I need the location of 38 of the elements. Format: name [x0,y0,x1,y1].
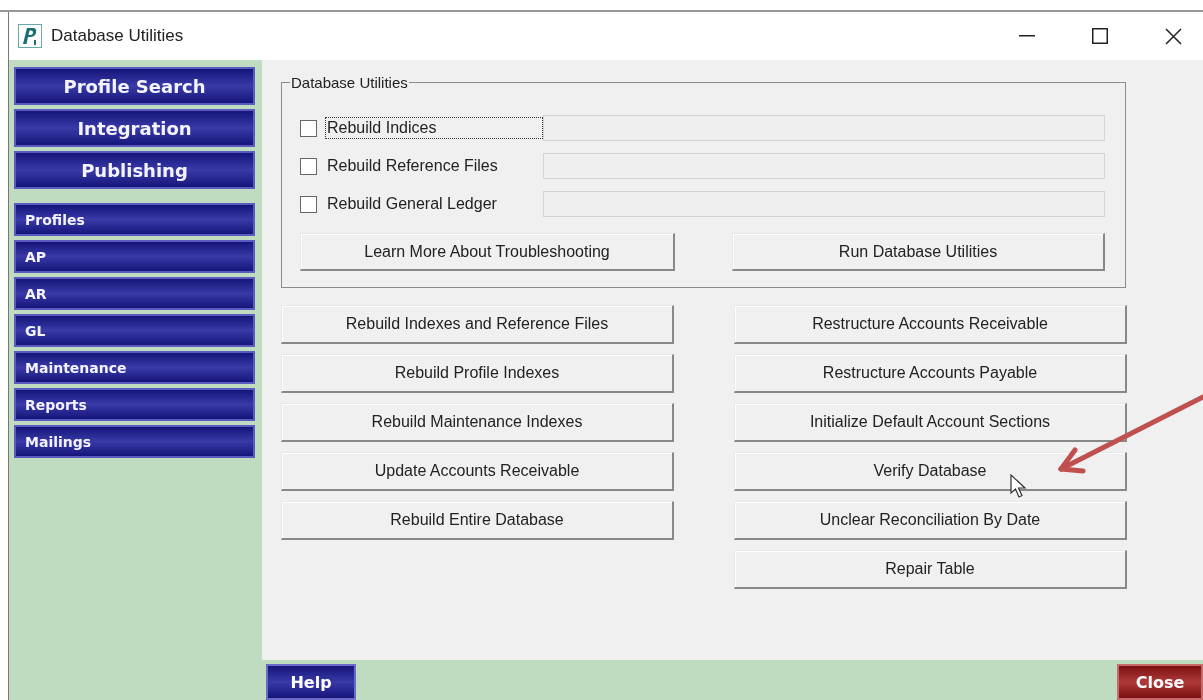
maximize-icon[interactable] [1092,28,1108,44]
utility-button[interactable]: Repair Table [734,550,1127,589]
help-button[interactable]: Help [266,664,356,700]
utility-button[interactable]: Rebuild Profile Indexes [281,354,674,393]
minimize-icon[interactable] [1019,35,1035,37]
mouse-cursor-icon [1010,474,1027,499]
window-title: Database Utilities [51,26,184,46]
close-icon[interactable] [1165,27,1182,45]
checkbox[interactable] [300,119,317,137]
checkbox[interactable] [300,195,317,213]
checkbox-label[interactable]: Rebuild Reference Files [325,155,543,177]
group-title: Database Utilities [290,74,409,91]
sidebar-item[interactable]: Reports [14,388,255,421]
sidebar-item[interactable]: Mailings [14,425,255,458]
checkbox-label[interactable]: Rebuild General Ledger [325,193,543,215]
sidebar-item[interactable]: Maintenance [14,351,255,384]
utility-button[interactable]: Rebuild Entire Database [281,501,674,540]
utility-button[interactable]: Initialize Default Account Sections [734,403,1127,442]
close-button[interactable]: Close [1117,664,1203,700]
sidebar-item[interactable]: AR [14,277,255,310]
troubleshooting-button[interactable]: Learn More About Troubleshooting [300,233,675,271]
sidebar-item[interactable]: Profiles [14,203,255,236]
sidebar-button[interactable]: Profile Search [14,67,255,105]
utility-button[interactable]: Update Accounts Receivable [281,452,674,491]
utility-button[interactable]: Restructure Accounts Receivable [734,305,1127,344]
utility-button[interactable]: Rebuild Maintenance Indexes [281,403,674,442]
sidebar-item[interactable]: GL [14,314,255,347]
utility-button[interactable]: Verify Database [734,452,1127,491]
utility-button[interactable]: Rebuild Indexes and Reference Files [281,305,674,344]
utility-button[interactable]: Unclear Reconciliation By Date [734,501,1127,540]
sidebar-item[interactable]: AP [14,240,255,273]
app-logo-icon [18,24,42,48]
sidebar-button[interactable]: Publishing [14,151,255,189]
utility-button[interactable]: Restructure Accounts Payable [734,354,1127,393]
checkbox-label[interactable]: Rebuild Indices [325,117,543,139]
run-utilities-button[interactable]: Run Database Utilities [732,233,1105,271]
checkbox[interactable] [300,157,317,175]
sidebar-button[interactable]: Integration [14,109,255,147]
